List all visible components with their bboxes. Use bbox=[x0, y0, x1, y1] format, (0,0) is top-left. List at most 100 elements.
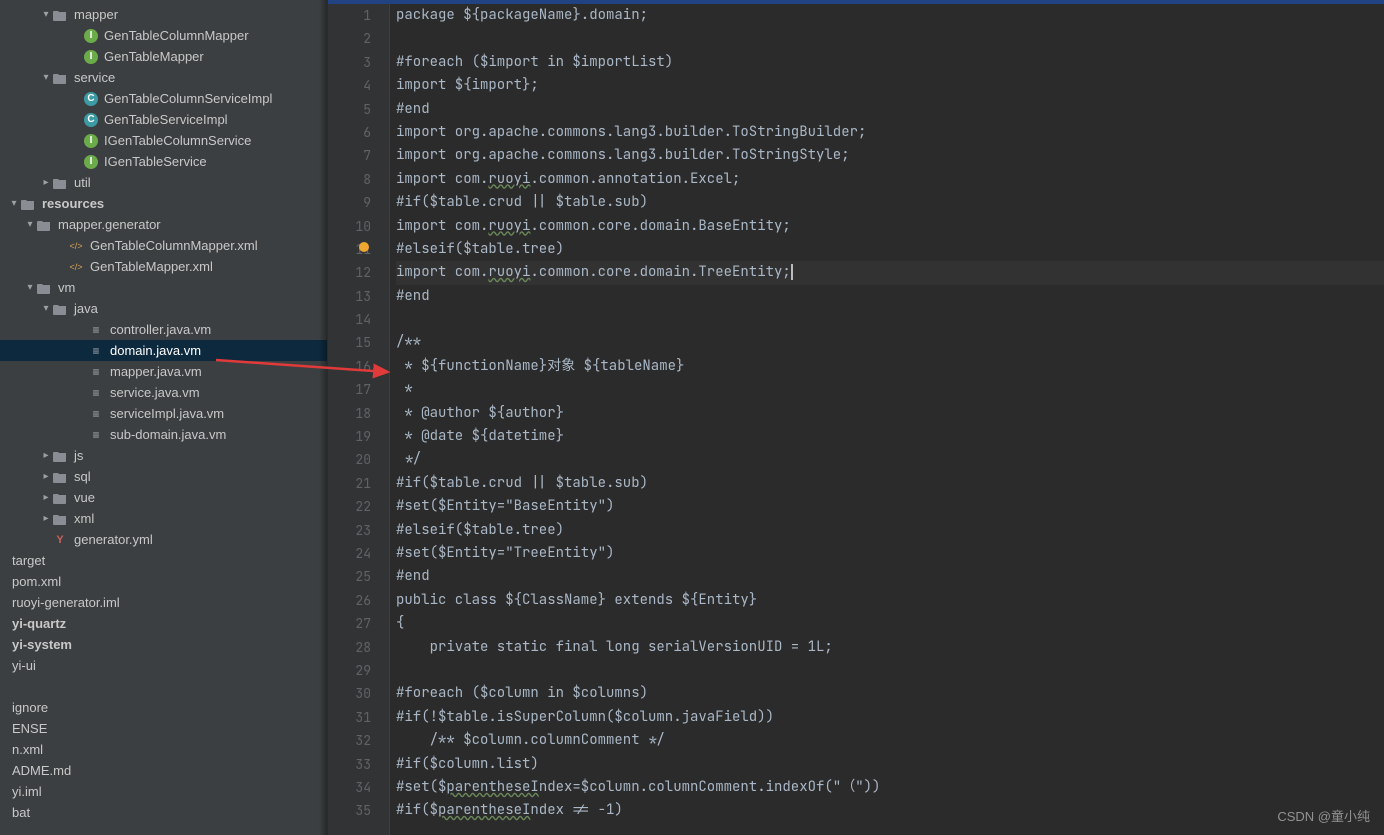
chevron-none-icon bbox=[40, 534, 52, 546]
code-line[interactable]: import com.ruoyi.common.annotation.Excel… bbox=[396, 168, 1384, 191]
tree-item-js[interactable]: ▸js bbox=[0, 445, 327, 466]
tree-item-n-xml[interactable]: n.xml bbox=[0, 739, 327, 760]
folder-icon bbox=[52, 448, 68, 464]
code-line[interactable]: import org.apache.commons.lang3.builder.… bbox=[396, 121, 1384, 144]
tree-item-yi-system[interactable]: yi-system bbox=[0, 634, 327, 655]
code-line[interactable]: #if(!$table.isSuperColumn($column.javaFi… bbox=[396, 706, 1384, 729]
code-line[interactable]: /** $column.columnComment */ bbox=[396, 729, 1384, 752]
code-line[interactable]: */ bbox=[396, 448, 1384, 471]
chevron-none-icon bbox=[76, 387, 88, 399]
code-line[interactable]: #foreach ($import in $importList) bbox=[396, 51, 1384, 74]
tree-item-sql[interactable]: ▸sql bbox=[0, 466, 327, 487]
tree-item-util[interactable]: ▸util bbox=[0, 172, 327, 193]
tree-item-service-java-vm[interactable]: ≡service.java.vm bbox=[0, 382, 327, 403]
tree-item-service[interactable]: ▾service bbox=[0, 67, 327, 88]
code-line[interactable] bbox=[396, 308, 1384, 331]
code-line[interactable]: * ${functionName}对象 ${tableName} bbox=[396, 355, 1384, 378]
tree-item-adme-md[interactable]: ADME.md bbox=[0, 760, 327, 781]
tree-item-yi-quartz[interactable]: yi-quartz bbox=[0, 613, 327, 634]
gutter-line-number: 4 bbox=[328, 74, 371, 97]
code-line[interactable]: #if($column.list) bbox=[396, 753, 1384, 776]
tree-item-serviceimpl-java-vm[interactable]: ≡serviceImpl.java.vm bbox=[0, 403, 327, 424]
code-line[interactable]: #if($table.crud || $table.sub) bbox=[396, 472, 1384, 495]
tree-item-blank[interactable] bbox=[0, 676, 327, 697]
chevron-down-icon: ▾ bbox=[24, 282, 36, 294]
folder-icon bbox=[36, 217, 52, 233]
tree-item-sub-domain-java-vm[interactable]: ≡sub-domain.java.vm bbox=[0, 424, 327, 445]
editor[interactable]: 1234567891011121314151617181920212223242… bbox=[328, 0, 1384, 835]
code-line[interactable]: import com.ruoyi.common.core.domain.Tree… bbox=[396, 261, 1384, 284]
file-icon: ≡ bbox=[88, 322, 104, 338]
tree-item-mapper-generator[interactable]: ▾mapper.generator bbox=[0, 214, 327, 235]
chevron-none-icon bbox=[0, 639, 12, 651]
code-line[interactable]: /** bbox=[396, 331, 1384, 354]
code-line[interactable]: private static final long serialVersionU… bbox=[396, 636, 1384, 659]
code-area[interactable]: package ${packageName}.domain; #foreach (… bbox=[390, 4, 1384, 835]
interface-icon: I bbox=[84, 155, 98, 169]
code-line[interactable] bbox=[396, 27, 1384, 50]
tree-item-yi-ui[interactable]: yi-ui bbox=[0, 655, 327, 676]
tree-item-gentablecolumnserviceimpl[interactable]: CGenTableColumnServiceImpl bbox=[0, 88, 327, 109]
tree-item-pom-xml[interactable]: pom.xml bbox=[0, 571, 327, 592]
tree-item-vue[interactable]: ▸vue bbox=[0, 487, 327, 508]
tree-item-label: GenTableColumnServiceImpl bbox=[104, 91, 272, 106]
tree-item-xml[interactable]: ▸xml bbox=[0, 508, 327, 529]
gutter-line-number: 18 bbox=[328, 402, 371, 425]
tree-item-mapper-java-vm[interactable]: ≡mapper.java.vm bbox=[0, 361, 327, 382]
code-line[interactable]: #if($table.crud || $table.sub) bbox=[396, 191, 1384, 214]
chevron-none-icon bbox=[56, 261, 68, 273]
code-line[interactable]: package ${packageName}.domain; bbox=[396, 4, 1384, 27]
tree-item-gentablemapper[interactable]: IGenTableMapper bbox=[0, 46, 327, 67]
code-line[interactable]: { bbox=[396, 612, 1384, 635]
folder-icon bbox=[52, 511, 68, 527]
tree-item-igentablecolumnservice[interactable]: IIGenTableColumnService bbox=[0, 130, 327, 151]
code-line[interactable]: #if($parentheseIndex != -1) bbox=[396, 799, 1384, 822]
tree-item-yi-iml[interactable]: yi.iml bbox=[0, 781, 327, 802]
code-line[interactable]: #set($parentheseIndex=$column.columnComm… bbox=[396, 776, 1384, 799]
code-line[interactable]: #elseif($table.tree) bbox=[396, 519, 1384, 542]
tree-item-target[interactable]: target bbox=[0, 550, 327, 571]
tree-item-vm[interactable]: ▾vm bbox=[0, 277, 327, 298]
code-line[interactable]: #set($Entity="TreeEntity") bbox=[396, 542, 1384, 565]
tree-item-ignore[interactable]: ignore bbox=[0, 697, 327, 718]
code-line[interactable]: #end bbox=[396, 285, 1384, 308]
tree-item-generator-yml[interactable]: Ygenerator.yml bbox=[0, 529, 327, 550]
code-line[interactable]: * bbox=[396, 378, 1384, 401]
tree-item-controller-java-vm[interactable]: ≡controller.java.vm bbox=[0, 319, 327, 340]
code-line[interactable]: public class ${ClassName} extends ${Enti… bbox=[396, 589, 1384, 612]
tree-item-ruoyi-generator-iml[interactable]: ruoyi-generator.iml bbox=[0, 592, 327, 613]
interface-icon: I bbox=[84, 50, 98, 64]
chevron-none-icon bbox=[0, 765, 12, 777]
tree-item-bat[interactable]: bat bbox=[0, 802, 327, 823]
tree-item-java[interactable]: ▾java bbox=[0, 298, 327, 319]
tree-item-gentableserviceimpl[interactable]: CGenTableServiceImpl bbox=[0, 109, 327, 130]
chevron-right-icon: ▸ bbox=[40, 450, 52, 462]
code-line[interactable]: #elseif($table.tree) bbox=[396, 238, 1384, 261]
code-line[interactable]: import ${import}; bbox=[396, 74, 1384, 97]
tree-item-ense[interactable]: ENSE bbox=[0, 718, 327, 739]
code-line[interactable]: import com.ruoyi.common.core.domain.Base… bbox=[396, 215, 1384, 238]
code-line[interactable]: #set($Entity="BaseEntity") bbox=[396, 495, 1384, 518]
file-icon: ≡ bbox=[88, 427, 104, 443]
tree-item-gentablemapper-xml[interactable]: </>GenTableMapper.xml bbox=[0, 256, 327, 277]
tree-item-resources[interactable]: ▾resources bbox=[0, 193, 327, 214]
tree-item-mapper[interactable]: ▾mapper bbox=[0, 4, 327, 25]
code-line[interactable] bbox=[396, 659, 1384, 682]
chevron-down-icon: ▾ bbox=[40, 303, 52, 315]
code-line[interactable]: #end bbox=[396, 98, 1384, 121]
project-tree[interactable]: ▾mapperIGenTableColumnMapperIGenTableMap… bbox=[0, 0, 328, 835]
code-line[interactable]: * @author ${author} bbox=[396, 402, 1384, 425]
folder-icon bbox=[52, 70, 68, 86]
tree-item-igentableservice[interactable]: IIGenTableService bbox=[0, 151, 327, 172]
tree-item-domain-java-vm[interactable]: ≡domain.java.vm bbox=[0, 340, 327, 361]
code-line[interactable]: * @date ${datetime} bbox=[396, 425, 1384, 448]
tree-item-gentablecolumnmapper[interactable]: IGenTableColumnMapper bbox=[0, 25, 327, 46]
intention-bulb-icon[interactable] bbox=[359, 242, 369, 252]
code-line[interactable]: #foreach ($column in $columns) bbox=[396, 682, 1384, 705]
gutter-line-number: 19 bbox=[328, 425, 371, 448]
gutter-line-number: 28 bbox=[328, 636, 371, 659]
code-line[interactable]: import org.apache.commons.lang3.builder.… bbox=[396, 144, 1384, 167]
tree-item-label: target bbox=[12, 553, 45, 568]
tree-item-gentablecolumnmapper-xml[interactable]: </>GenTableColumnMapper.xml bbox=[0, 235, 327, 256]
code-line[interactable]: #end bbox=[396, 565, 1384, 588]
